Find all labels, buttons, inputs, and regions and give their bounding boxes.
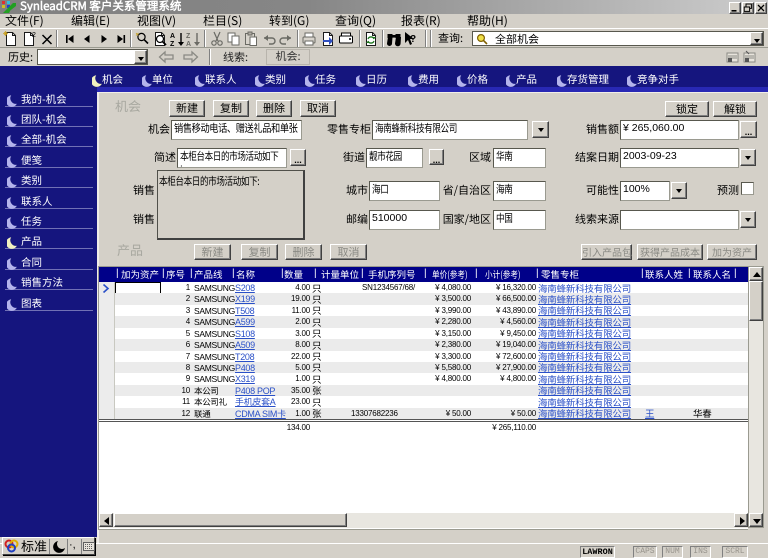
svg-text:2: 2 bbox=[32, 32, 36, 39]
svg-text:?: ? bbox=[410, 34, 416, 45]
svg-text:Z: Z bbox=[186, 33, 191, 40]
svg-text:A: A bbox=[170, 33, 175, 40]
